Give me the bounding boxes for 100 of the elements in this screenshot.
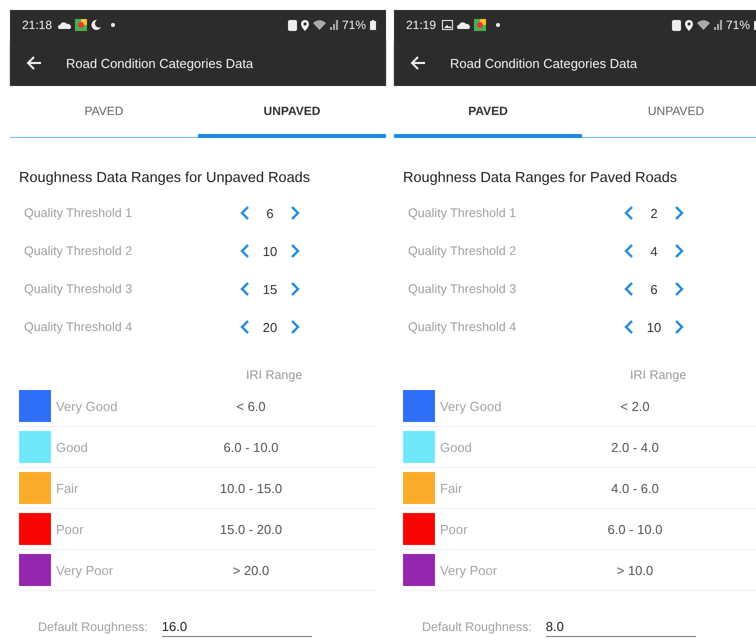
back-button[interactable] [26,56,42,70]
back-arrow-icon [26,56,42,70]
chevron-left-icon [240,320,250,334]
cloud-icon [457,21,470,29]
decrease-button[interactable] [240,206,250,220]
category-name: Poor [56,522,84,536]
chevron-left-icon [624,244,634,258]
increase-button[interactable] [290,320,300,334]
decrease-button[interactable] [624,282,634,296]
category-name: Fair [440,480,464,496]
chevron-left-icon [624,206,634,220]
category-name: Fair [56,480,80,496]
chevron-right-icon [290,320,300,334]
decrease-button[interactable] [624,206,634,220]
threshold-label: Quality Threshold 2 [408,244,518,258]
map-icon [474,19,486,31]
app-bar-title: Road Condition Categories Data [66,56,254,70]
chevron-left-icon [240,282,250,296]
increase-button[interactable] [674,244,684,258]
decrease-button[interactable] [624,320,634,334]
chevron-right-icon [290,282,300,296]
battery-saver-icon [672,20,681,30]
decrease-button[interactable] [624,244,634,258]
category-name: Very Good [56,398,118,414]
chevron-left-icon [240,206,250,220]
chevron-right-icon [674,282,684,296]
wifi-icon [696,20,710,30]
section-title: Roughness Data Ranges for Paved Roads [403,170,678,186]
chevron-right-icon [674,206,684,220]
battery-saver-icon [288,20,297,30]
iri-range: < 6.0 [235,398,267,414]
threshold-label: Quality Threshold 3 [24,282,134,296]
threshold-value: 10 [646,320,662,334]
category-name: Good [56,440,89,454]
increase-button[interactable] [290,206,300,220]
chevron-right-icon [290,206,300,220]
decrease-button[interactable] [240,320,250,334]
category-name: Very Poor [56,562,114,578]
field-label: Default Roughness: [38,620,148,634]
field-label: Default Roughness: [422,620,532,634]
map-icon [75,19,88,31]
iri-range: 10.0 - 15.0 [218,480,284,496]
chevron-right-icon [674,244,684,258]
app-bar-title: Road Condition Categories Data [450,56,638,70]
iri-range: 15.0 - 20.0 [218,522,284,536]
back-button[interactable] [410,56,426,70]
column-header: IRI Range [630,368,686,382]
iri-range: 6.0 - 10.0 [606,522,664,536]
chevron-right-icon [290,244,300,258]
signal-icon [714,20,722,30]
wifi-icon [312,20,326,30]
battery-percent: 71% [726,18,750,32]
category-name: Very Good [440,398,502,414]
dot-icon [111,23,116,27]
chevron-left-icon [624,282,634,296]
battery-icon [370,20,376,30]
threshold-value: 6 [649,282,659,296]
moon-icon [91,20,102,30]
threshold-label: Quality Threshold 1 [408,206,518,220]
increase-button[interactable] [290,282,300,296]
location-icon [684,20,693,30]
iri-range: 6.0 - 10.0 [222,440,280,454]
threshold-label: Quality Threshold 2 [24,244,134,258]
dot-icon [496,23,500,27]
cloud-icon [58,21,72,29]
chevron-right-icon [674,320,684,334]
threshold-label: Quality Threshold 4 [24,320,134,334]
back-arrow-icon [410,56,426,70]
threshold-value: 10 [262,244,278,258]
signal-icon [330,20,338,30]
increase-button[interactable] [290,244,300,258]
threshold-value: 6 [265,206,275,220]
image-icon [442,20,454,30]
section-title: Roughness Data Ranges for Unpaved Roads [19,170,311,186]
category-name: Very Poor [440,562,498,578]
decrease-button[interactable] [240,244,250,258]
threshold-value: 2 [649,206,659,220]
location-icon [300,20,309,30]
iri-range: 4.0 - 6.0 [610,480,660,496]
threshold-value: 15 [262,282,278,296]
increase-button[interactable] [674,206,684,220]
threshold-label: Quality Threshold 1 [24,206,134,220]
iri-range: 2.0 - 4.0 [610,440,660,454]
default-roughness-field[interactable]: 8.0 [546,617,696,637]
category-name: Good [440,440,473,454]
iri-range: < 2.0 [619,398,651,414]
status-time: 21:18 [22,18,52,32]
status-time: 21:19 [406,18,436,32]
iri-range: > 20.0 [232,562,270,578]
battery-percent: 71% [342,18,366,32]
threshold-value: 20 [262,320,278,334]
threshold-label: Quality Threshold 4 [408,320,518,334]
chevron-left-icon [624,320,634,334]
iri-range: > 10.0 [616,562,654,578]
decrease-button[interactable] [240,282,250,296]
increase-button[interactable] [674,320,684,334]
column-header: IRI Range [246,368,302,382]
chevron-left-icon [240,244,250,258]
default-roughness-field[interactable]: 16.0 [162,617,312,637]
increase-button[interactable] [674,282,684,296]
